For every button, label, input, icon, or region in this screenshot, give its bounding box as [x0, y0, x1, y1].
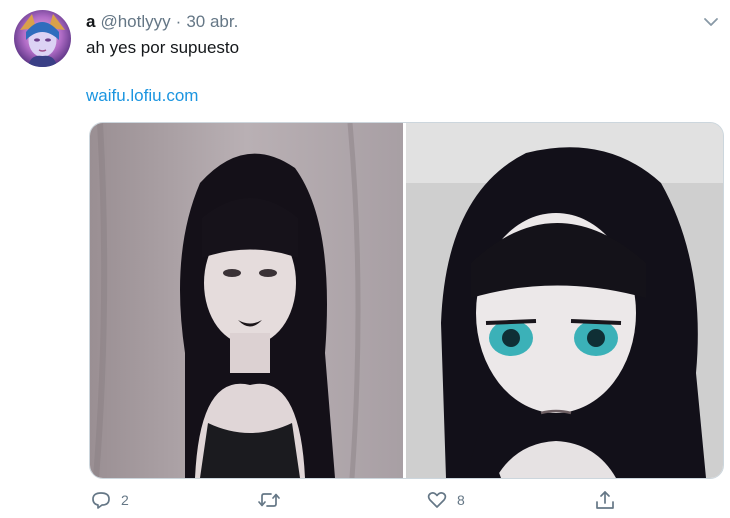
- share-button[interactable]: [594, 489, 616, 511]
- like-button[interactable]: 8: [426, 489, 465, 511]
- retweet-arrows-icon: [258, 493, 280, 507]
- chevron-down-icon: [704, 18, 718, 26]
- media-grid: [89, 122, 724, 479]
- photo-real-person[interactable]: [90, 123, 403, 478]
- tweet-text: ah yes por supuesto: [86, 38, 240, 57]
- tweet: a @hotlyyy · 30 abr. ah yes por supuesto…: [0, 0, 730, 518]
- reply-count: 2: [121, 492, 129, 508]
- avatar[interactable]: [14, 10, 71, 67]
- like-count: 8: [457, 492, 465, 508]
- reply-button[interactable]: 2: [90, 489, 129, 511]
- tweet-link[interactable]: waifu.lofiu.com: [86, 86, 198, 106]
- photo-anime-version[interactable]: [406, 123, 723, 478]
- tweet-header: a @hotlyyy · 30 abr.: [86, 12, 238, 34]
- dot-separator: ·: [175, 12, 182, 31]
- timestamp[interactable]: 30 abr.: [186, 12, 238, 32]
- user-handle[interactable]: @hotlyyy: [100, 12, 170, 32]
- share-upload-icon: [596, 491, 614, 509]
- retweet-button[interactable]: [257, 489, 290, 511]
- speech-bubble-icon: [92, 492, 110, 509]
- tweet-actions: 2 8: [86, 489, 626, 515]
- heart-icon: [427, 491, 447, 508]
- display-name[interactable]: a: [86, 12, 95, 32]
- tweet-menu-button[interactable]: [700, 12, 722, 32]
